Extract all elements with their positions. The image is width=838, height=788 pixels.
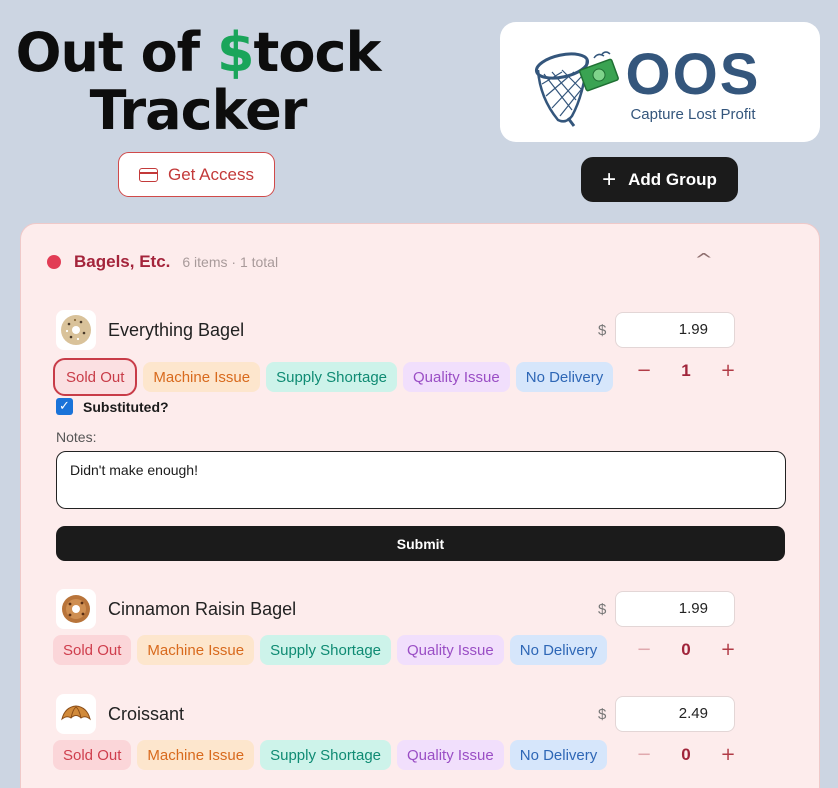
substituted-toggle[interactable]: ✓ Substituted? [56, 398, 169, 415]
reason-quality-issue[interactable]: Quality Issue [403, 362, 510, 392]
substituted-checkbox[interactable]: ✓ [56, 398, 73, 415]
decrement-button[interactable]: − [636, 360, 652, 381]
plus-icon: + [602, 165, 617, 193]
title-dollar-sign: $ [216, 21, 255, 84]
get-access-label: Get Access [168, 164, 254, 184]
quantity-value: 0 [681, 639, 691, 659]
reason-quality-issue[interactable]: Quality Issue [397, 740, 504, 770]
reason-supply-shortage[interactable]: Supply Shortage [266, 362, 398, 392]
reason-sold-out[interactable]: Sold Out [53, 635, 132, 665]
currency-label: $ [598, 322, 607, 339]
price-input[interactable]: 2.49 [615, 696, 735, 732]
item-name: Cinnamon Raisin Bagel [108, 599, 297, 619]
decrement-button[interactable]: − [636, 639, 652, 660]
logo: OOS Capture Lost Profit [500, 22, 820, 142]
croissant-icon [56, 694, 96, 734]
reason-quality-issue[interactable]: Quality Issue [397, 635, 504, 665]
currency-label: $ [598, 601, 607, 618]
title-part-1: Out of [15, 21, 217, 84]
group-name: Bagels, Etc. [74, 252, 171, 271]
title-line-2: Tracker [89, 79, 308, 142]
item-name: Croissant [108, 704, 185, 724]
reason-supply-shortage[interactable]: Supply Shortage [260, 635, 392, 665]
group-header[interactable]: Bagels, Etc. 6 items · 1 total [47, 252, 278, 272]
title-part-2: tock [253, 21, 382, 84]
logo-tagline: Capture Lost Profit [630, 106, 756, 123]
get-access-button[interactable]: Get Access [118, 152, 275, 197]
reason-sold-out[interactable]: Sold Out [53, 358, 138, 396]
notes-textarea[interactable]: Didn't make enough! [56, 451, 786, 509]
list-item: Croissant $ 2.49 Sold Out Machine Issue … [53, 694, 786, 770]
increment-button[interactable]: + [720, 639, 736, 660]
reason-sold-out[interactable]: Sold Out [53, 740, 132, 770]
net-money-icon [534, 51, 619, 127]
quantity-stepper: − 1 + [636, 360, 736, 381]
decrement-button[interactable]: − [636, 744, 652, 765]
reason-no-delivery[interactable]: No Delivery [509, 635, 608, 665]
logo-word: OOS [625, 42, 761, 107]
app-title: Out of $tock Tracker [0, 24, 396, 140]
currency-label: $ [598, 706, 607, 723]
list-item: Everything Bagel $ 1.99 Sold Out Machine… [53, 310, 786, 396]
add-group-label: Add Group [628, 169, 717, 189]
notes-label: Notes: [56, 429, 97, 445]
reason-supply-shortage[interactable]: Supply Shortage [260, 740, 392, 770]
add-group-button[interactable]: + Add Group [581, 157, 738, 202]
item-name: Everything Bagel [108, 320, 245, 340]
reason-machine-issue[interactable]: Machine Issue [137, 740, 255, 770]
group-color-dot [47, 255, 61, 269]
group-card: Bagels, Etc. 6 items · 1 total ^ Everyth… [20, 223, 820, 788]
bagel-icon [56, 310, 96, 350]
price-input[interactable]: 1.99 [615, 312, 735, 348]
substituted-label: Substituted? [83, 398, 169, 415]
price-input[interactable]: 1.99 [615, 591, 735, 627]
reason-machine-issue[interactable]: Machine Issue [137, 635, 255, 665]
list-item: Cinnamon Raisin Bagel $ 1.99 Sold Out Ma… [53, 589, 786, 665]
quantity-stepper: − 0 + [636, 744, 736, 765]
quantity-value: 0 [681, 744, 691, 764]
credit-card-icon [139, 167, 158, 182]
quantity-value: 1 [681, 360, 691, 380]
quantity-stepper: − 0 + [636, 639, 736, 660]
group-meta: 6 items · 1 total [182, 254, 279, 270]
reason-no-delivery[interactable]: No Delivery [509, 740, 608, 770]
increment-button[interactable]: + [720, 744, 736, 765]
reason-machine-issue[interactable]: Machine Issue [143, 362, 261, 392]
increment-button[interactable]: + [720, 360, 736, 381]
chevron-up-icon[interactable]: ^ [694, 250, 713, 269]
reason-no-delivery[interactable]: No Delivery [515, 362, 614, 392]
bagel-icon [56, 589, 96, 629]
submit-button[interactable]: Submit [56, 526, 785, 561]
